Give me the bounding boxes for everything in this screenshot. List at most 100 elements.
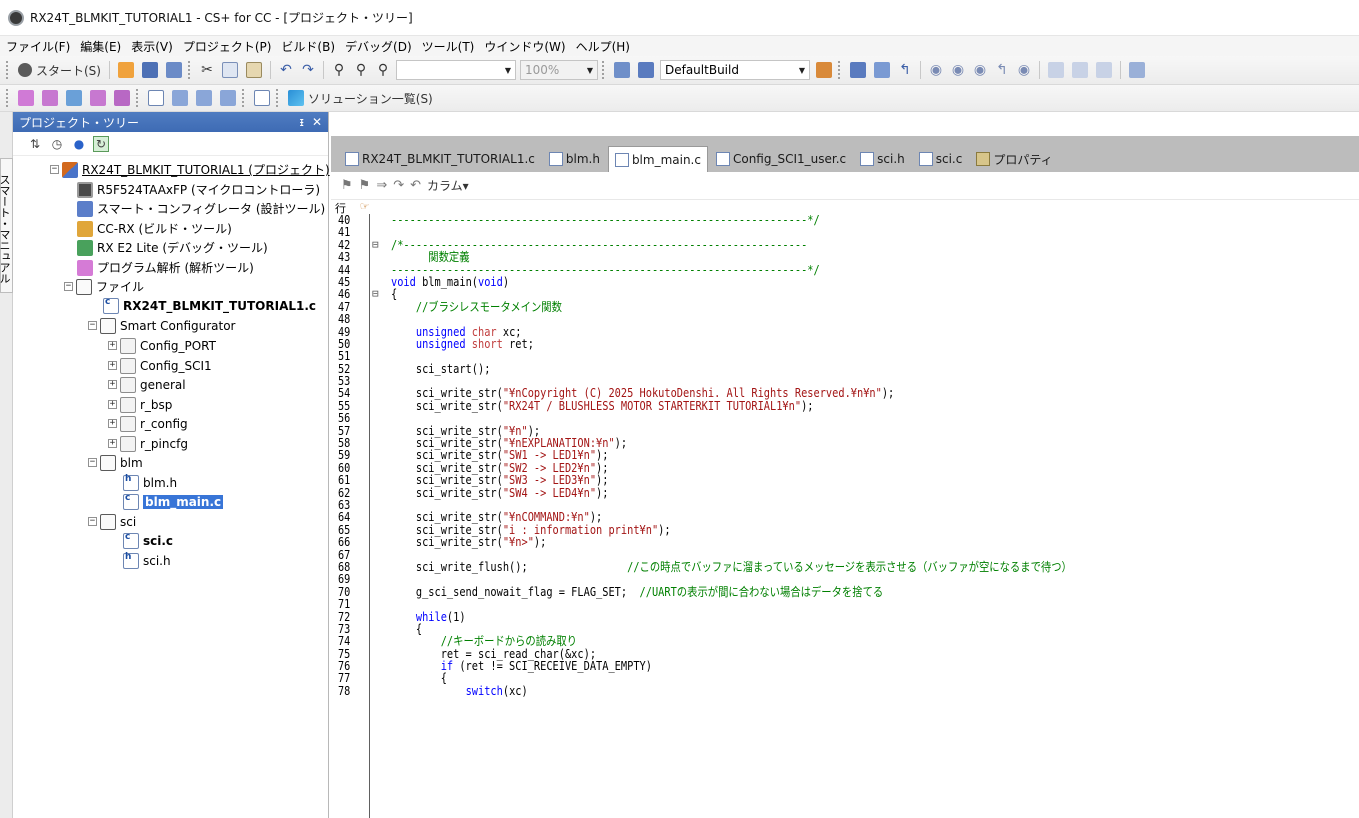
expand-icon[interactable]: + — [108, 400, 117, 409]
code-line[interactable]: void blm_main(void) — [391, 276, 1217, 289]
tree-node-blm-folder[interactable]: − blm — [88, 453, 143, 472]
menu-help[interactable]: ヘルプ(H) — [576, 38, 636, 55]
code-line[interactable]: sci_write_str("SW4 -> LED4¥n"); — [391, 486, 1217, 499]
jump-arrow-icon[interactable]: ⇒ — [376, 178, 387, 193]
toggle-bookmark2-icon[interactable]: ⚑ — [359, 178, 371, 193]
find-next-button[interactable]: ⚲ — [351, 60, 371, 80]
tree-node-folder[interactable]: + Config_SCI1 — [108, 356, 212, 375]
tree-node-microcontroller[interactable]: R5F524TAAxFP (マイクロコントローラ) — [77, 180, 320, 199]
toolbar-grip[interactable] — [6, 89, 10, 107]
cut-button[interactable]: ✂ — [197, 60, 217, 80]
code-line[interactable]: sci_write_flush(); //この時点でバッファに溜まっているメッセ… — [391, 561, 1217, 574]
pin-icon[interactable]: ᵻ — [299, 115, 303, 129]
toolbar-grip[interactable] — [6, 61, 10, 79]
return-button[interactable]: ↰ — [992, 60, 1012, 80]
menu-project[interactable]: プロジェクト(P) — [183, 38, 278, 55]
close-icon[interactable]: ✕ — [312, 115, 322, 129]
toggle-bookmark-icon[interactable]: ⚑ — [341, 178, 353, 193]
tree-node-main-c-file[interactable]: RX24T_BLMKIT_TUTORIAL1.c — [103, 296, 316, 315]
go-button[interactable]: ◉ — [970, 60, 990, 80]
build-config-combo[interactable]: DefaultBuild ▼ — [659, 60, 810, 80]
code-line[interactable]: unsigned short ret; — [391, 338, 1217, 351]
tree-node-files[interactable]: − ファイル — [64, 277, 144, 296]
code-editor[interactable]: 40 41 42 43 44 45 46 47 48 49 50 51 52 53 54 55 56 57 58 59… — [331, 214, 1359, 818]
code-line[interactable]: sci_write_str("¥n>"); — [391, 536, 1217, 549]
tab-rx24t-main-c[interactable]: RX24T_BLMKIT_TUTORIAL1.c — [339, 146, 541, 172]
toolbar-grip[interactable] — [276, 89, 280, 107]
save-all-button[interactable] — [163, 60, 185, 80]
copy-button[interactable] — [219, 60, 241, 80]
tree-node-h-file[interactable]: blm.h — [123, 473, 177, 492]
code-line[interactable]: while(1) — [391, 610, 1217, 623]
search-combo[interactable]: ▼ — [395, 60, 516, 80]
refresh-icon[interactable]: ↻ — [93, 135, 109, 152]
comment2-button[interactable] — [193, 88, 215, 108]
find-prev-button[interactable]: ⚲ — [373, 60, 393, 80]
tab-blm-h[interactable]: blm.h — [543, 146, 606, 172]
collapse-icon[interactable]: − — [50, 165, 59, 174]
fold-toggle-icon[interactable]: ⊟ — [372, 287, 384, 300]
download-button[interactable] — [847, 60, 869, 80]
code-line[interactable]: if (ret != SCI_RECEIVE_DATA_EMPTY) — [391, 660, 1217, 673]
collapse-icon[interactable]: − — [64, 282, 73, 291]
find-button[interactable]: ⚲ — [329, 60, 349, 80]
smart-manual-tab[interactable]: スマート・マニュアル — [0, 158, 13, 293]
menu-edit[interactable]: 編集(E) — [80, 38, 127, 55]
comment3-button[interactable] — [217, 88, 239, 108]
reset-go-button[interactable]: ◉ — [1014, 60, 1034, 80]
code-line[interactable]: switch(xc) — [391, 684, 1217, 697]
save-button[interactable] — [139, 60, 161, 80]
tree-node-folder[interactable]: + r_config — [108, 414, 188, 433]
solution-list-button[interactable]: ソリューション一覧(S) — [285, 88, 436, 108]
tools-button[interactable] — [1126, 60, 1148, 80]
toolbar-grip[interactable] — [837, 61, 842, 79]
tree-node-folder[interactable]: + r_pincfg — [108, 434, 188, 453]
paste-button[interactable] — [243, 60, 265, 80]
bookmark-clear-button[interactable] — [111, 88, 133, 108]
clock-icon[interactable]: ◷ — [49, 136, 65, 152]
code-line[interactable]: sci_write_str("RX24T / BLUSHLESS MOTOR S… — [391, 399, 1217, 412]
menu-debug[interactable]: デバッグ(D) — [345, 38, 418, 55]
toolbar-grip[interactable] — [242, 89, 246, 107]
expand-icon[interactable]: + — [108, 380, 117, 389]
tree-node-smart-configurator-folder[interactable]: − Smart Configurator — [88, 316, 236, 335]
tree-node-folder[interactable]: + general — [108, 375, 186, 394]
tree-node-folder[interactable]: + r_bsp — [108, 395, 172, 414]
code-line[interactable] — [391, 350, 1217, 362]
tree-node-build-tool[interactable]: CC-RX (ビルド・ツール) — [77, 219, 232, 238]
menu-file[interactable]: ファイル(F) — [6, 38, 76, 55]
open-button[interactable] — [115, 60, 137, 80]
collapse-icon[interactable]: − — [88, 517, 97, 526]
code-line[interactable]: ----------------------------------------… — [391, 263, 1217, 276]
step-over-button[interactable] — [1069, 60, 1091, 80]
person-icon[interactable]: ● — [71, 136, 87, 152]
code-line[interactable]: g_sci_send_nowait_flag = FLAG_SET; //UAR… — [391, 585, 1217, 598]
tree-node-h-file[interactable]: sci.h — [123, 551, 171, 570]
expand-icon[interactable]: + — [108, 439, 117, 448]
window-button[interactable] — [251, 88, 273, 108]
tab-properties[interactable]: プロパティ — [970, 146, 1058, 172]
step-out-button[interactable] — [1093, 60, 1115, 80]
redo-button[interactable]: ↷ — [298, 60, 318, 80]
code-line[interactable]: sci_start(); — [391, 362, 1217, 375]
code-line[interactable] — [391, 598, 1217, 610]
zoom-combo[interactable]: 100% ▼ — [519, 60, 598, 80]
tree-node-debug-tool[interactable]: RX E2 Lite (デバッグ・ツール) — [77, 238, 268, 257]
sort-icon[interactable]: ⇅ — [27, 136, 43, 152]
expand-icon[interactable]: + — [108, 341, 117, 350]
collapse-icon[interactable]: − — [88, 321, 97, 330]
tab-blm-main-c[interactable]: blm_main.c — [607, 146, 708, 172]
panel-button[interactable] — [145, 88, 167, 108]
code-line[interactable]: /*--------------------------------------… — [391, 239, 1217, 251]
stop-button[interactable]: ◉ — [926, 60, 946, 80]
tree-node-c-file-selected[interactable]: blm_main.c — [123, 492, 224, 511]
build-button[interactable] — [611, 60, 633, 80]
rebuild-button[interactable] — [635, 60, 657, 80]
back-icon[interactable]: ↶ — [410, 178, 421, 193]
menu-build[interactable]: ビルド(B) — [281, 38, 341, 55]
expand-icon[interactable]: + — [108, 361, 117, 370]
tree-node-folder[interactable]: + Config_PORT — [108, 336, 216, 355]
step-button[interactable] — [871, 60, 893, 80]
expand-icon[interactable]: + — [108, 419, 117, 428]
tab-sci-h[interactable]: sci.h — [854, 146, 911, 172]
